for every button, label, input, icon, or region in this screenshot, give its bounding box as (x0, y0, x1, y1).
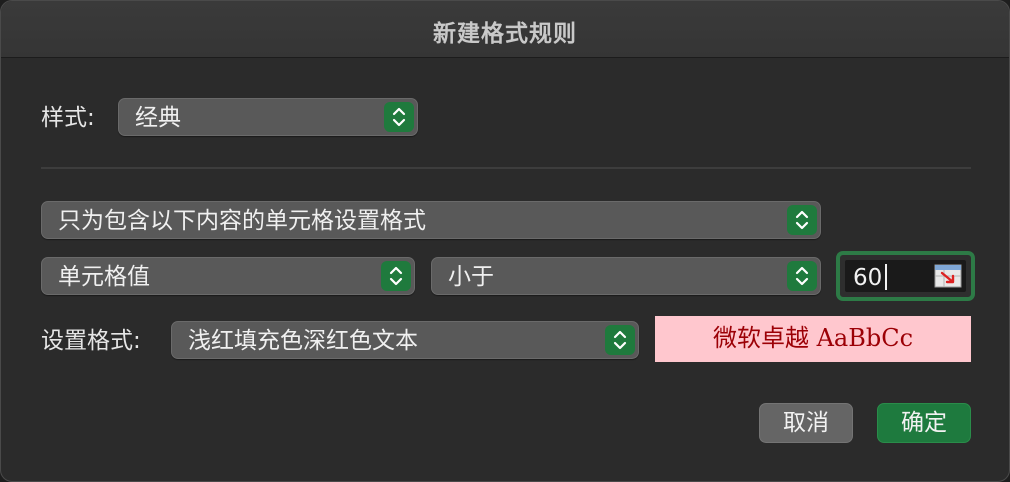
cancel-button[interactable]: 取消 (759, 403, 853, 443)
format-preview: 微软卓越 AaBbCc (655, 316, 971, 362)
value-text: 60 (853, 265, 883, 291)
format-popup[interactable]: 浅红填充色深红色文本 (171, 321, 639, 359)
ok-button[interactable]: 确定 (877, 403, 971, 443)
operator-value: 小于 (448, 264, 494, 290)
up-down-chevron-icon (787, 205, 817, 235)
condition-subject-value: 单元格值 (58, 264, 150, 290)
value-input[interactable]: 60 (845, 260, 966, 292)
operator-popup[interactable]: 小于 (431, 257, 821, 295)
section-divider (41, 167, 971, 169)
format-label: 设置格式: (41, 328, 141, 354)
dialog-title: 新建格式规则 (433, 21, 577, 47)
format-popup-value: 浅红填充色深红色文本 (188, 328, 418, 354)
style-label: 样式: (41, 105, 95, 131)
rule-type-value: 只为包含以下内容的单元格设置格式 (58, 208, 426, 234)
title-bar[interactable]: 新建格式规则 (1, 1, 1009, 58)
up-down-chevron-icon (605, 325, 635, 355)
value-field[interactable]: 60 (836, 251, 975, 301)
collapse-dialog-icon[interactable] (934, 264, 962, 288)
up-down-chevron-icon (384, 102, 414, 132)
up-down-chevron-icon (381, 261, 411, 291)
new-format-rule-dialog: 新建格式规则 样式: 经典 只为包含以下内容的单元格设置格式 单元格值 小于 6… (0, 0, 1010, 482)
text-caret (885, 264, 887, 290)
style-popup-value: 经典 (135, 105, 181, 131)
condition-subject-popup[interactable]: 单元格值 (41, 257, 415, 295)
format-preview-text: 微软卓越 AaBbCc (712, 324, 914, 352)
up-down-chevron-icon (787, 261, 817, 291)
style-popup[interactable]: 经典 (118, 98, 418, 136)
rule-type-popup[interactable]: 只为包含以下内容的单元格设置格式 (41, 201, 821, 239)
